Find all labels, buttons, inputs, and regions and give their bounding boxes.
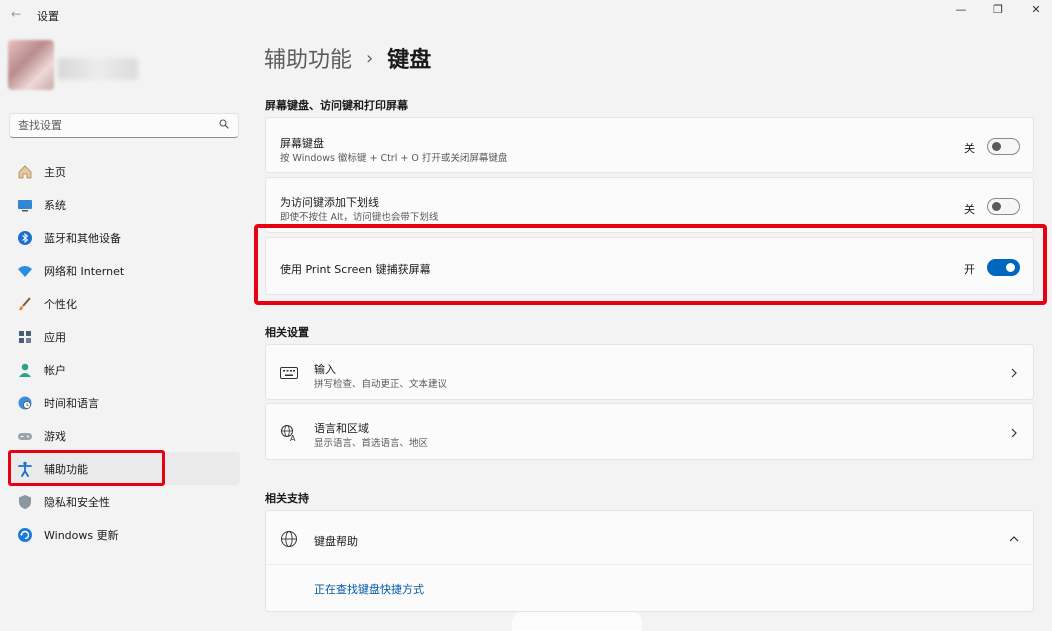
svg-text:A: A xyxy=(290,434,296,442)
update-icon xyxy=(16,526,34,544)
maximize-button[interactable]: ❐ xyxy=(987,2,1009,18)
apps-icon xyxy=(16,328,34,346)
sidebar-item-system[interactable]: 系统 xyxy=(8,188,240,221)
print-screen-highlight-box xyxy=(254,224,1047,305)
globe-clock-icon xyxy=(16,394,34,412)
setting-description: 显示语言、首选语言、地区 xyxy=(314,438,429,449)
divider xyxy=(266,564,1033,565)
breadcrumb: 辅助功能 › 键盘 xyxy=(264,42,431,74)
underline-access-keys-toggle[interactable] xyxy=(987,198,1020,215)
app-title: 设置 xyxy=(37,10,59,23)
setting-title: 为访问键添加下划线 xyxy=(280,196,379,209)
chevron-up-icon[interactable] xyxy=(1009,534,1019,544)
sidebar-item-home[interactable]: 主页 xyxy=(8,155,240,188)
sidebar-item-gaming[interactable]: 游戏 xyxy=(8,419,240,452)
home-icon xyxy=(16,163,34,181)
account-name-blurred xyxy=(58,58,138,80)
back-arrow-icon[interactable]: ← xyxy=(8,6,24,22)
keyboard-shortcuts-link[interactable]: 正在查找键盘快捷方式 xyxy=(314,581,424,597)
toggle-knob xyxy=(992,202,1001,211)
toggle-state-label: 关 xyxy=(964,142,975,155)
title-bar: ← 设置 — ❐ ✕ xyxy=(0,0,1052,32)
language-icon: A xyxy=(279,423,299,443)
keyboard-help-title[interactable]: 键盘帮助 xyxy=(314,533,358,549)
related-setting-typing[interactable]: 输入 拼写检查、自动更正、文本建议 xyxy=(265,344,1034,400)
setting-title: 屏幕键盘 xyxy=(280,137,324,150)
accessibility-highlight-box xyxy=(8,450,165,486)
setting-title: 语言和区域 xyxy=(314,422,369,435)
breadcrumb-parent[interactable]: 辅助功能 xyxy=(264,42,352,74)
keyboard-help-card: 键盘帮助 正在查找键盘快捷方式 xyxy=(265,510,1034,612)
setting-description: 按 Windows 徽标键 + Ctrl + O 打开或关闭屏幕键盘 xyxy=(280,153,508,164)
wifi-icon xyxy=(16,262,34,280)
monitor-icon xyxy=(16,196,34,214)
minimize-button[interactable]: — xyxy=(950,2,972,18)
sidebar-item-accounts[interactable]: 帐户 xyxy=(8,353,240,386)
sidebar-item-privacy[interactable]: 隐私和安全性 xyxy=(8,485,240,518)
sidebar-item-time-language[interactable]: 时间和语言 xyxy=(8,386,240,419)
sidebar-item-bluetooth[interactable]: 蓝牙和其他设备 xyxy=(8,221,240,254)
close-button[interactable]: ✕ xyxy=(1025,2,1047,18)
bluetooth-icon xyxy=(16,229,34,247)
globe-icon xyxy=(279,529,299,549)
related-setting-language-region[interactable]: A 语言和区域 显示语言、首选语言、地区 xyxy=(265,403,1034,460)
gamepad-icon xyxy=(16,427,34,445)
page-title: 键盘 xyxy=(387,48,432,73)
search-icon[interactable] xyxy=(219,119,229,129)
sidebar-item-personalization[interactable]: 个性化 xyxy=(8,287,240,320)
breadcrumb-separator: › xyxy=(366,47,374,69)
search-box[interactable] xyxy=(9,113,239,138)
sidebar-item-apps[interactable]: 应用 xyxy=(8,320,240,353)
chevron-right-icon xyxy=(1011,368,1017,378)
setting-row-on-screen-keyboard: 屏幕键盘 按 Windows 徽标键 + Ctrl + O 打开或关闭屏幕键盘 … xyxy=(265,117,1034,173)
setting-title: 输入 xyxy=(314,363,336,376)
scroll-indicator xyxy=(512,612,642,631)
section-title-related-support: 相关支持 xyxy=(265,492,309,505)
keyboard-icon xyxy=(279,363,299,383)
search-input[interactable] xyxy=(10,114,210,137)
brush-icon xyxy=(16,295,34,313)
setting-description: 即使不按住 Alt，访问键也会带下划线 xyxy=(280,212,439,223)
toggle-knob xyxy=(992,142,1001,151)
on-screen-keyboard-toggle[interactable] xyxy=(987,138,1020,155)
person-icon xyxy=(16,361,34,379)
setting-description: 拼写检查、自动更正、文本建议 xyxy=(314,379,448,390)
section-title-related-settings: 相关设置 xyxy=(265,326,309,339)
section-title-screen-keyboard: 屏幕键盘、访问键和打印屏幕 xyxy=(265,99,408,112)
shield-icon xyxy=(16,493,34,511)
chevron-right-icon xyxy=(1011,428,1017,438)
sidebar-item-windows-update[interactable]: Windows 更新 xyxy=(8,518,240,551)
sidebar-item-network[interactable]: 网络和 Internet xyxy=(8,254,240,287)
toggle-state-label: 关 xyxy=(964,203,975,216)
sidebar-nav: 主页 系统 蓝牙和其他设备 网络和 Internet 个性化 应用 帐户 时间和… xyxy=(8,155,240,551)
avatar[interactable] xyxy=(8,40,54,90)
